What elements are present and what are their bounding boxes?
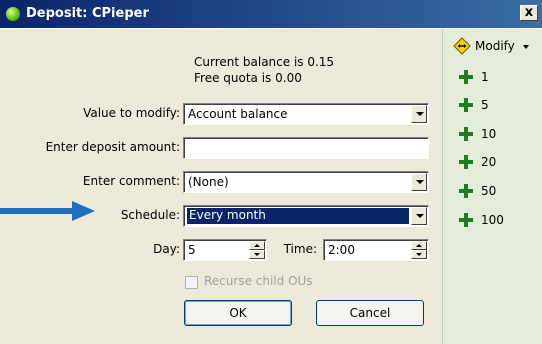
close-icon: x: [524, 5, 534, 20]
ok-button[interactable]: OK: [184, 300, 292, 326]
spin-up-icon[interactable]: [411, 241, 427, 250]
time-spinner[interactable]: 2:00: [323, 239, 429, 261]
callout-arrow-icon: [0, 201, 95, 221]
time-value: 2:00: [328, 243, 355, 257]
comment-label: Enter comment:: [82, 174, 180, 188]
chevron-down-icon[interactable]: [411, 207, 427, 225]
value-to-modify-label: Value to modify:: [83, 106, 180, 120]
spin-up-icon[interactable]: [249, 241, 265, 250]
current-balance-text: Current balance is 0.15: [194, 55, 335, 69]
title-bar[interactable]: Deposit: CPieper x: [0, 0, 542, 29]
free-quota-text: Free quota is 0.00: [194, 71, 302, 85]
window-title: Deposit: CPieper: [26, 6, 149, 21]
schedule-label: Schedule:: [120, 208, 180, 222]
day-label: Day:: [153, 242, 180, 256]
recurse-checkbox[interactable]: [185, 276, 198, 289]
plus-icon: [459, 127, 473, 141]
modify-label: Modify: [475, 39, 515, 53]
plus-icon: [459, 213, 473, 227]
amount-label: 20: [481, 155, 497, 169]
recurse-label: Recurse child OUs: [204, 274, 313, 288]
modify-icon: [453, 37, 471, 55]
schedule-value: Every month: [189, 208, 266, 222]
balance-info: Current balance is 0.15 Free quota is 0.…: [194, 54, 334, 86]
plus-icon: [459, 98, 473, 112]
close-button[interactable]: x: [520, 5, 538, 21]
deposit-amount-field[interactable]: [183, 137, 429, 159]
amount-label: 50: [481, 184, 497, 198]
amount-label: 1: [481, 70, 489, 84]
main-panel: Current balance is 0.15 Free quota is 0.…: [0, 29, 442, 344]
comment-value: (None): [188, 175, 229, 189]
plus-icon: [459, 184, 473, 198]
amount-label: 10: [481, 127, 497, 141]
plus-icon: [459, 70, 473, 84]
value-to-modify-dropdown[interactable]: Account balance: [183, 103, 429, 125]
chevron-down-icon[interactable]: [411, 173, 427, 191]
comment-dropdown[interactable]: (None): [183, 171, 429, 193]
time-label: Time:: [283, 242, 317, 256]
day-spinner[interactable]: 5: [183, 239, 267, 261]
app-icon: [6, 7, 20, 21]
value-to-modify-value: Account balance: [188, 107, 288, 121]
deposit-amount-label: Enter deposit amount:: [45, 140, 180, 154]
chevron-down-icon: [523, 45, 529, 49]
spin-down-icon[interactable]: [411, 250, 427, 259]
day-spin-buttons: [249, 241, 265, 259]
deposit-dialog: Deposit: CPieper x Current balance is 0.…: [0, 0, 542, 344]
time-spin-buttons: [411, 241, 427, 259]
cancel-button[interactable]: Cancel: [316, 300, 424, 326]
amount-label: 100: [481, 213, 504, 227]
schedule-dropdown[interactable]: Every month: [183, 205, 429, 227]
amount-label: 5: [481, 98, 489, 112]
chevron-down-icon[interactable]: [411, 105, 427, 123]
day-value: 5: [188, 243, 196, 257]
side-panel: Modify 1 5 10 20 50 100: [442, 29, 542, 344]
plus-icon: [459, 155, 473, 169]
spin-down-icon[interactable]: [249, 250, 265, 259]
